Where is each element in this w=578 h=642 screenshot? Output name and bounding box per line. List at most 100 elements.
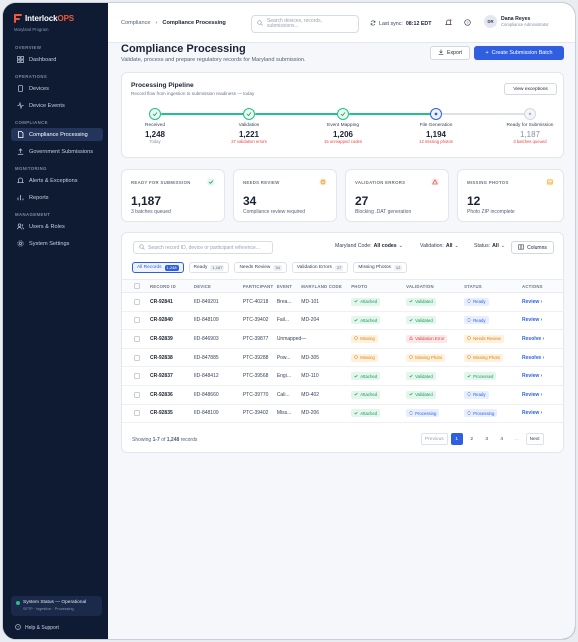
row-action-link[interactable]: Review › (522, 317, 542, 323)
table-row[interactable]: CR-92835 IID-848109 PTC-39402 Miss... MD-206… (122, 404, 563, 424)
column-header[interactable]: MARYLAND CODE (301, 279, 352, 293)
status-icon (467, 392, 471, 397)
sidebar-item-device-events[interactable]: Device Events (11, 99, 103, 112)
help-link[interactable]: ? Help & Support (15, 624, 59, 632)
row-checkbox[interactable] (134, 335, 140, 342)
next-page-button[interactable]: Next (525, 433, 544, 445)
page-button[interactable]: 2 (466, 433, 478, 445)
user-menu[interactable]: DR Dana Reyes Compliance Administrator (484, 15, 549, 28)
sidebar-item-devices[interactable]: Devices (11, 82, 103, 95)
breadcrumb-parent[interactable]: Compliance (121, 20, 151, 26)
help-label: Help & Support (25, 625, 59, 631)
stat-card-needs-review[interactable]: NEEDS REVIEW 34 Compliance review requir… (233, 169, 337, 222)
table-header-row: RECORD ID DEVICE PARTICIPANT EVENT MARYL… (122, 279, 563, 293)
status-icon (467, 336, 471, 341)
photo-badge: Attached (351, 316, 381, 325)
create-submission-batch-button[interactable]: + Create Submission Batch (474, 46, 564, 60)
column-header[interactable]: DEVICE (193, 279, 243, 293)
status-filter[interactable]: Status: All ⌄ (474, 243, 505, 249)
row-checkbox[interactable] (134, 410, 140, 417)
row-action-link[interactable]: Review › (522, 299, 542, 305)
maryland-code: MD-402 (301, 385, 352, 405)
row-select-cell[interactable] (122, 404, 150, 424)
tab-missing-photos[interactable]: Missing Photos 12 (353, 262, 408, 273)
row-action-link[interactable]: Review › (522, 392, 542, 398)
stat-card-ready[interactable]: READY FOR SUBMISSION 1,187 3 batches que… (121, 169, 225, 222)
row-select-cell[interactable] (122, 348, 150, 368)
tab-ready[interactable]: Ready 1,187 (188, 262, 230, 273)
columns-button[interactable]: Columns (511, 241, 554, 254)
row-select-cell[interactable] (122, 292, 150, 312)
sidebar-item-dashboard[interactable]: Dashboard (11, 53, 103, 66)
validation-cell: Validation Error (406, 329, 465, 349)
record-id[interactable]: CR-92841 (149, 292, 194, 312)
row-checkbox[interactable] (134, 373, 140, 380)
validation-filter[interactable]: Validation: All ⌄ (420, 243, 459, 249)
record-id[interactable]: CR-92835 (149, 404, 194, 424)
sidebar-item-alerts[interactable]: Alerts & Exceptions (11, 174, 103, 187)
row-action-link[interactable]: Resolve › (522, 355, 544, 361)
select-all-cell[interactable] (122, 279, 150, 293)
record-id[interactable]: CR-92836 (149, 385, 194, 405)
stat-sub: Photo ZIP incomplete (467, 209, 515, 215)
table-row[interactable]: CR-92838 IID-847885 PTC-39288 Pow... MD-305 M… (122, 348, 563, 368)
column-header[interactable]: STATUS (464, 279, 523, 293)
sidebar-item-settings[interactable]: System Settings (11, 237, 103, 250)
page-button[interactable]: 3 (481, 433, 493, 445)
row-action-link[interactable]: Review › (522, 410, 542, 416)
tab-all-records[interactable]: All Records 1,248 (132, 262, 184, 273)
row-select-cell[interactable] (122, 329, 150, 349)
table-row[interactable]: CR-92841 IID-849201 PTC-40218 Brea... MD-101… (122, 292, 563, 312)
tab-needs-review[interactable]: Needs Review 34 (234, 262, 287, 273)
previous-page-button[interactable]: Previous (421, 433, 448, 445)
row-checkbox[interactable] (134, 317, 140, 324)
avatar: DR (484, 15, 497, 28)
row-select-cell[interactable] (122, 385, 150, 405)
record-id[interactable]: CR-92837 (149, 366, 194, 386)
row-checkbox[interactable] (134, 354, 140, 361)
select-all-checkbox[interactable] (134, 283, 140, 289)
help-button[interactable]: ? (461, 17, 473, 29)
page-button[interactable]: 4 (496, 433, 508, 445)
column-header[interactable]: PARTICIPANT (242, 279, 277, 293)
row-checkbox[interactable] (134, 391, 140, 398)
table-row[interactable]: CR-92837 IID-848412 PTC-39568 Engi... MD-110… (122, 366, 563, 386)
row-action-link[interactable]: Resolve › (522, 336, 544, 342)
sidebar-item-reports[interactable]: Reports (11, 191, 103, 204)
row-action-link[interactable]: Review › (522, 373, 542, 379)
create-label: Create Submission Batch (491, 50, 553, 56)
record-id[interactable]: CR-92839 (149, 329, 194, 349)
column-header[interactable]: EVENT (276, 279, 302, 293)
sidebar-item-compliance-processing[interactable]: Compliance Processing (11, 128, 103, 141)
maryland-code-filter[interactable]: Maryland Code: All codes ⌄ (335, 243, 403, 249)
records-search-input[interactable]: Search record ID, device or participant … (133, 241, 273, 254)
stat-card-missing-photos[interactable]: MISSING PHOTOS 12 Photo ZIP incomplete (457, 169, 564, 222)
photo-badge: Missing (351, 334, 378, 343)
column-header[interactable]: PHOTO (351, 279, 407, 293)
row-select-cell[interactable] (122, 366, 150, 386)
export-button[interactable]: Export (430, 46, 470, 60)
stage-note: 3 batches queued (513, 139, 547, 144)
system-status[interactable]: System Status — Operational SFTP · Inges… (11, 596, 102, 616)
stage-received-check-icon (149, 108, 161, 120)
table-row[interactable]: CR-92839 IID-846903 PTC-39877 Unmapped — Miss… (122, 329, 563, 349)
column-header[interactable]: RECORD ID (149, 279, 194, 293)
stat-label: VALIDATION ERRORS (355, 180, 406, 185)
view-exceptions-button[interactable]: View exceptions (504, 83, 557, 95)
row-select-cell[interactable] (122, 311, 150, 331)
table-row[interactable]: CR-92840 IID-848109 PTC-39402 Fail... MD-204… (122, 311, 563, 331)
record-id[interactable]: CR-92840 (149, 311, 194, 331)
notifications-button[interactable] (442, 17, 454, 29)
tab-validation-errors[interactable]: Validation Errors 27 (291, 262, 349, 273)
logo[interactable]: InterlockOPS (14, 14, 74, 23)
page-button[interactable]: 1 (450, 433, 463, 445)
table-row[interactable]: CR-92836 IID-848660 PTC-39770 Cali... MD-402… (122, 385, 563, 405)
global-search-input[interactable]: Search devices, records, submissions... (251, 15, 359, 33)
column-header[interactable]: VALIDATION (406, 279, 465, 293)
sidebar-item-users[interactable]: Users & Roles (11, 220, 103, 233)
row-checkbox[interactable] (134, 298, 140, 305)
sidebar-item-label: Government Submissions (29, 148, 94, 155)
stat-card-validation-errors[interactable]: VALIDATION ERRORS 27 Blocking .DAT gener… (345, 169, 449, 222)
record-id[interactable]: CR-92838 (149, 348, 194, 368)
sidebar-item-government-submissions[interactable]: Government Submissions (11, 145, 103, 158)
